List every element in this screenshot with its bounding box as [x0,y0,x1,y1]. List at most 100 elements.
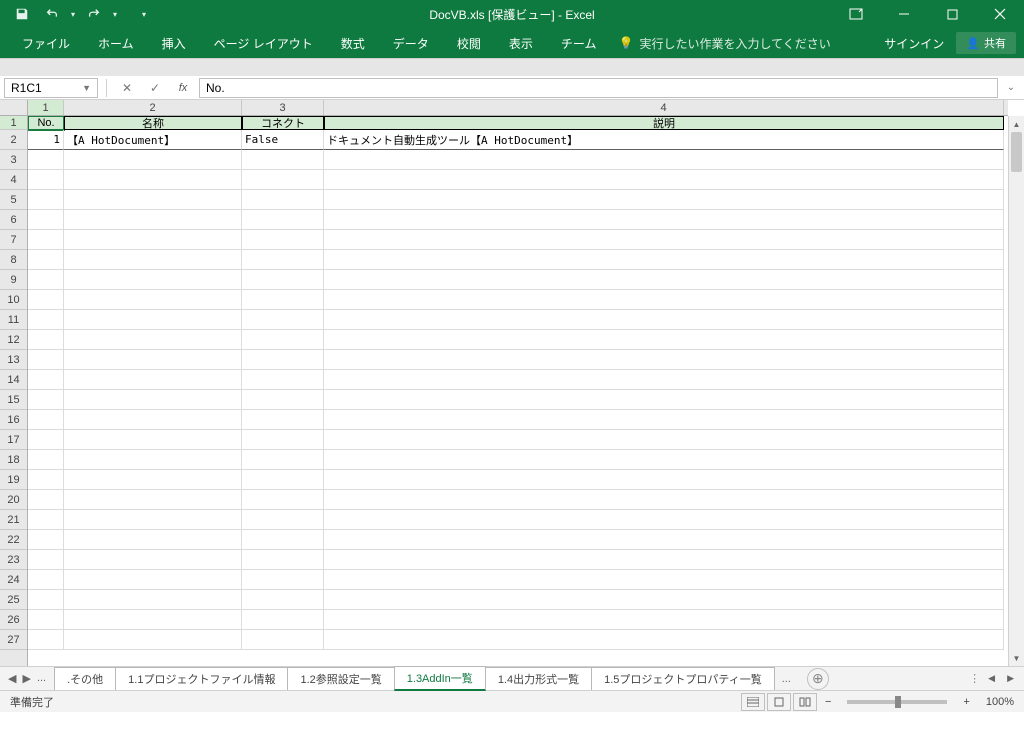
cell[interactable] [242,430,324,450]
tab-nav-prev[interactable]: ◀ [8,672,16,685]
cell[interactable] [64,230,242,250]
cell[interactable] [324,510,1004,530]
row-header-7[interactable]: 7 [0,230,27,250]
tab-nav-more[interactable]: ... [37,672,46,685]
cell[interactable] [242,210,324,230]
cell[interactable] [28,290,64,310]
cell[interactable] [242,310,324,330]
cell[interactable] [324,270,1004,290]
cell[interactable] [28,370,64,390]
cell[interactable] [64,490,242,510]
cell[interactable] [242,270,324,290]
name-box[interactable]: R1C1 ▼ [4,78,98,98]
row-header-26[interactable]: 26 [0,610,27,630]
view-pagebreak-button[interactable] [793,693,817,711]
cell[interactable] [242,570,324,590]
cell[interactable] [28,470,64,490]
cell-r2c1[interactable]: 1 [28,130,64,150]
cell[interactable] [324,450,1004,470]
row-header-10[interactable]: 10 [0,290,27,310]
save-button[interactable] [8,2,36,26]
cell[interactable] [64,250,242,270]
minimize-button[interactable] [892,2,916,26]
cell[interactable] [324,150,1004,170]
row-header-2[interactable]: 2 [0,130,27,150]
cell[interactable] [28,530,64,550]
cell[interactable] [324,610,1004,630]
cell[interactable] [242,290,324,310]
sheet-tab-addin[interactable]: 1.3AddIn一覧 [394,666,486,691]
tab-insert[interactable]: 挿入 [148,28,200,58]
cell[interactable] [64,350,242,370]
cell[interactable] [324,210,1004,230]
view-pagelayout-button[interactable] [767,693,791,711]
zoom-slider[interactable] [847,700,947,704]
signin-link[interactable]: サインイン [884,35,944,52]
cell[interactable] [324,530,1004,550]
tab-home[interactable]: ホーム [84,28,148,58]
cell[interactable] [324,350,1004,370]
row-header-12[interactable]: 12 [0,330,27,350]
view-normal-button[interactable] [741,693,765,711]
cell[interactable] [242,330,324,350]
row-header-22[interactable]: 22 [0,530,27,550]
cell[interactable] [64,530,242,550]
row-header-11[interactable]: 11 [0,310,27,330]
row-header-3[interactable]: 3 [0,150,27,170]
cell[interactable] [324,330,1004,350]
zoom-level[interactable]: 100% [986,696,1014,708]
cell[interactable] [64,390,242,410]
tab-data[interactable]: データ [379,28,443,58]
col-header-2[interactable]: 2 [64,100,242,115]
cell[interactable] [28,270,64,290]
tab-nav-next[interactable]: ▶ [22,672,30,685]
cell[interactable] [324,590,1004,610]
row-header-27[interactable]: 27 [0,630,27,650]
cancel-formula-button[interactable]: ✕ [115,78,139,98]
cell[interactable] [64,270,242,290]
formula-bar-expand[interactable]: ⌄ [1002,82,1020,93]
cell[interactable] [242,510,324,530]
cell[interactable] [242,230,324,250]
zoom-in-button[interactable]: + [957,696,975,708]
cell[interactable] [64,210,242,230]
cell[interactable] [242,470,324,490]
cell[interactable] [242,610,324,630]
cell[interactable] [64,470,242,490]
qat-customize[interactable]: ▾ [130,2,158,26]
cell[interactable] [242,450,324,470]
cell[interactable] [324,570,1004,590]
cell[interactable] [28,490,64,510]
tell-me-search[interactable]: 💡 実行したい作業を入力してください [618,35,830,52]
ribbon-display-options[interactable] [844,2,868,26]
cell[interactable] [28,630,64,650]
hscroll-right[interactable]: ▶ [1003,673,1018,684]
row-header-21[interactable]: 21 [0,510,27,530]
cell[interactable] [28,410,64,430]
cell[interactable] [28,510,64,530]
row-header-18[interactable]: 18 [0,450,27,470]
scroll-up-icon[interactable]: ▲ [1009,116,1024,132]
cell[interactable] [324,290,1004,310]
row-header-6[interactable]: 6 [0,210,27,230]
row-header-4[interactable]: 4 [0,170,27,190]
cell[interactable] [242,590,324,610]
select-all-corner[interactable] [0,100,28,116]
cell[interactable] [64,510,242,530]
cell[interactable] [28,570,64,590]
cell[interactable] [242,390,324,410]
zoom-out-button[interactable]: − [819,696,837,708]
scroll-thumb[interactable] [1011,132,1022,172]
row-header-16[interactable]: 16 [0,410,27,430]
maximize-button[interactable] [940,2,964,26]
cell[interactable] [242,250,324,270]
cell[interactable] [324,170,1004,190]
row-header-23[interactable]: 23 [0,550,27,570]
cell[interactable] [28,430,64,450]
tab-view[interactable]: 表示 [495,28,547,58]
cell[interactable] [64,590,242,610]
cell[interactable] [28,230,64,250]
cell[interactable] [28,150,64,170]
cell[interactable] [28,210,64,230]
cell[interactable] [28,170,64,190]
